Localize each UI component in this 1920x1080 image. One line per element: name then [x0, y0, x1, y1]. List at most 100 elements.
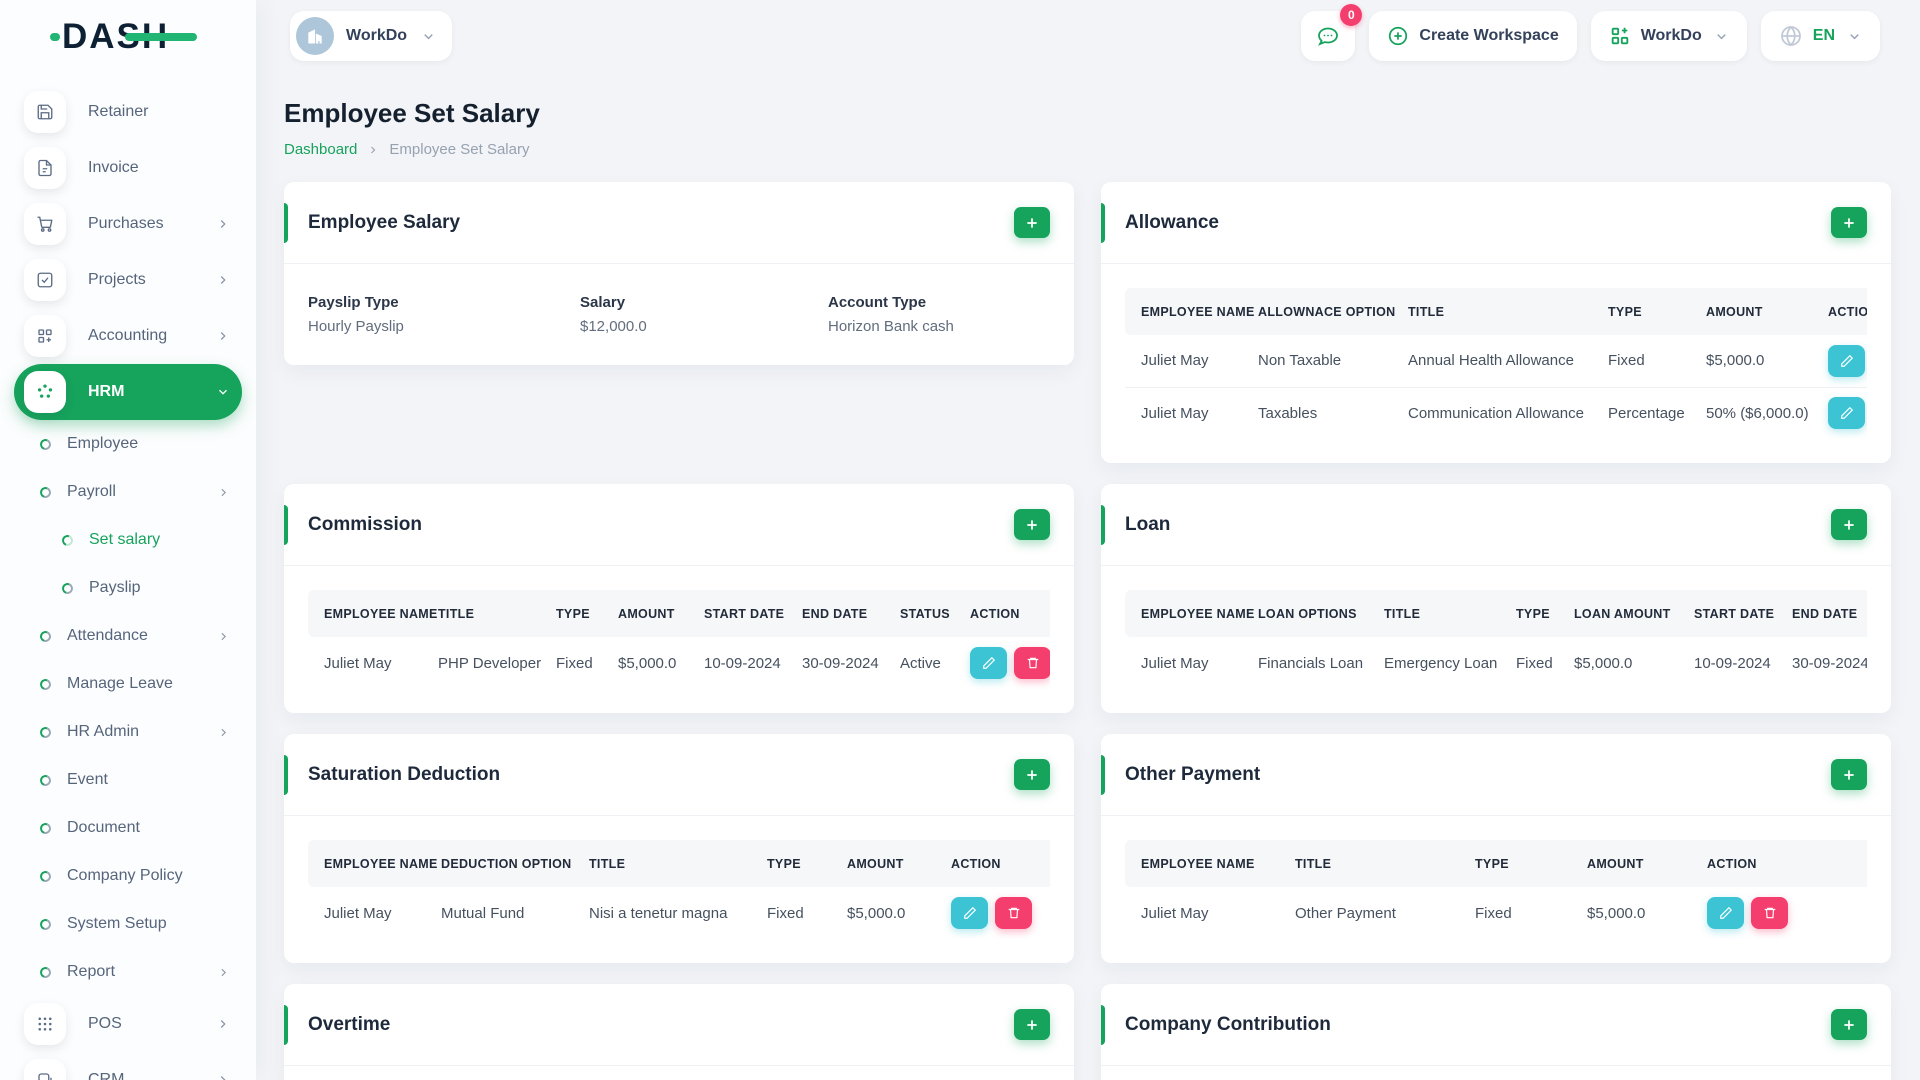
- cell: 50% ($6,000.0): [1706, 404, 1809, 422]
- company-contribution-card: Company Contribution: [1101, 984, 1891, 1080]
- chevron-right-icon: [220, 1076, 226, 1080]
- add-allowance-button[interactable]: [1831, 207, 1867, 238]
- chevron-right-icon: [221, 632, 226, 640]
- delete-button[interactable]: [1014, 647, 1050, 679]
- table-header-row: EMPLOYEE NAME TITLE TYPE AMOUNT START DA…: [308, 590, 1050, 637]
- sidebar-item-label: Company Policy: [67, 867, 183, 884]
- cell: Taxables: [1258, 404, 1318, 422]
- sidebar-item-company-policy[interactable]: Company Policy: [14, 852, 242, 900]
- sidebar-item-label: Purchases: [88, 215, 164, 232]
- sidebar-item-label: Projects: [88, 271, 146, 288]
- column-header: EMPLOYEE NAME: [1125, 590, 1254, 637]
- edit-button[interactable]: [970, 647, 1007, 679]
- sidebar-item-payslip[interactable]: Payslip: [14, 564, 242, 612]
- add-loan-button[interactable]: [1831, 509, 1867, 540]
- sidebar-item-manage-leave[interactable]: Manage Leave: [14, 660, 242, 708]
- add-commission-button[interactable]: [1014, 509, 1050, 540]
- chevron-right-icon: [221, 488, 226, 496]
- sidebar-item-set-salary[interactable]: Set salary: [14, 516, 242, 564]
- language-selector[interactable]: EN: [1760, 11, 1880, 61]
- saturation-deduction-table: EMPLOYEE NAME DEDUCTION OPTION TITLE TYP…: [308, 840, 1050, 939]
- cell: $5,000.0: [1587, 904, 1646, 922]
- sidebar-item-accounting[interactable]: Accounting: [14, 308, 242, 364]
- sidebar-item-retainer[interactable]: Retainer: [14, 84, 242, 140]
- breadcrumb: Dashboard Employee Set Salary: [284, 141, 1891, 158]
- edit-button[interactable]: [951, 897, 988, 929]
- chevron-right-icon: [220, 276, 226, 284]
- bullet-icon: [38, 484, 53, 500]
- sidebar-item-label: HR Admin: [67, 723, 140, 740]
- workspace-switcher[interactable]: WorkDo: [290, 11, 453, 61]
- sidebar-item-attendance[interactable]: Attendance: [14, 612, 242, 660]
- delete-button[interactable]: [995, 897, 1032, 929]
- logo-green-dot: [50, 32, 60, 41]
- sidebar-item-invoice[interactable]: Invoice: [14, 140, 242, 196]
- column-header: EMPLOYEE NAME: [308, 590, 437, 637]
- cell: Fixed: [767, 904, 804, 922]
- card-header: Overtime: [284, 984, 1074, 1066]
- edit-button[interactable]: [1828, 344, 1865, 377]
- sidebar-item-hrm[interactable]: HRM: [14, 364, 242, 420]
- column-header: TITLE: [1287, 840, 1467, 887]
- edit-button[interactable]: [1707, 897, 1744, 929]
- plus-icon: [1844, 217, 1854, 228]
- add-company-contribution-button[interactable]: [1831, 1009, 1867, 1040]
- card-title: Employee Salary: [308, 211, 461, 233]
- sidebar-item-system-setup[interactable]: System Setup: [14, 900, 242, 948]
- salary-field: Salary $12,000.0: [580, 294, 828, 335]
- messages-button[interactable]: 0: [1301, 4, 1363, 61]
- chevron-right-icon: [220, 220, 226, 228]
- add-other-payment-button[interactable]: [1831, 759, 1867, 790]
- sidebar-item-report[interactable]: Report: [14, 948, 242, 996]
- add-saturation-deduction-button[interactable]: [1014, 759, 1050, 790]
- cell: Fixed: [556, 654, 593, 672]
- cell: Nisi a tenetur magna: [589, 904, 728, 922]
- column-header: EMPLOYEE NAME: [308, 840, 437, 887]
- pencil-icon: [1840, 354, 1853, 367]
- sidebar-item-event[interactable]: Event: [14, 756, 242, 804]
- sidebar-item-payroll[interactable]: Payroll: [14, 468, 242, 516]
- trash-icon: [1764, 907, 1775, 919]
- sidebar-item-employee[interactable]: Employee: [14, 420, 242, 468]
- column-header: TYPE: [548, 590, 610, 637]
- bullet-icon: [60, 532, 75, 548]
- plus-icon: [1027, 1019, 1037, 1030]
- sidebar-item-projects[interactable]: Projects: [14, 252, 242, 308]
- add-overtime-button[interactable]: [1014, 1009, 1050, 1040]
- app-menu-button[interactable]: WorkDo: [1590, 11, 1747, 61]
- cell: Juliet May: [324, 904, 392, 922]
- cell: Percentage: [1608, 404, 1685, 422]
- sidebar-item-label: Retainer: [88, 103, 149, 120]
- plus-icon: [1027, 519, 1037, 530]
- sidebar-item-label: Payroll: [67, 483, 116, 500]
- sidebar-item-label: Report: [67, 963, 116, 980]
- edit-button[interactable]: [1828, 397, 1865, 430]
- table-header-row: EMPLOYEE NAME ALLOWNACE OPTION TITLE TYP…: [1125, 288, 1867, 335]
- allowance-table: EMPLOYEE NAME ALLOWNACE OPTION TITLE TYP…: [1125, 288, 1867, 439]
- column-header: AMOUNT: [1698, 288, 1820, 335]
- add-employee-salary-button[interactable]: [1014, 207, 1050, 238]
- cell: 10-09-2024: [1694, 654, 1771, 672]
- field-label: Account Type: [828, 294, 927, 311]
- cell: $5,000.0: [618, 654, 677, 672]
- delete-button[interactable]: [1751, 897, 1788, 929]
- column-header: TITLE: [430, 590, 548, 637]
- sidebar-item-document[interactable]: Document: [14, 804, 242, 852]
- app-logo[interactable]: DASH: [0, 0, 256, 72]
- trash-icon: [1027, 657, 1038, 669]
- overtime-card: Overtime: [284, 984, 1074, 1080]
- table-row: Juliet May Other Payment Fixed $5,000.0: [1125, 887, 1867, 939]
- create-workspace-button[interactable]: Create Workspace: [1369, 11, 1577, 61]
- cell: $5,000.0: [1698, 335, 1820, 388]
- field-value: $12,000.0: [580, 318, 647, 335]
- plus-circle-icon: [1389, 26, 1408, 46]
- breadcrumb-dashboard-link[interactable]: Dashboard: [284, 141, 357, 158]
- table-header-row: EMPLOYEE NAME DEDUCTION OPTION TITLE TYP…: [308, 840, 1050, 887]
- column-header: ACTION: [1699, 840, 1867, 887]
- table-row: Juliet May Non Taxable Annual Health All…: [1125, 335, 1867, 388]
- sidebar-item-pos[interactable]: POS: [14, 996, 242, 1052]
- card-title: Overtime: [308, 1013, 391, 1035]
- sidebar-item-purchases[interactable]: Purchases: [14, 196, 242, 252]
- sidebar-item-crm[interactable]: CRM: [14, 1052, 242, 1080]
- sidebar-item-hr-admin[interactable]: HR Admin: [14, 708, 242, 756]
